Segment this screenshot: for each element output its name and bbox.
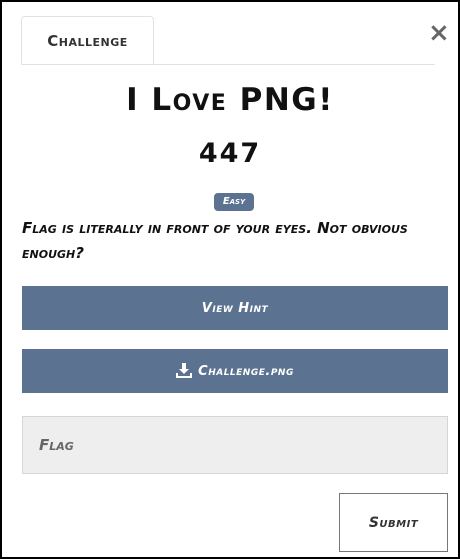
view-hint-label: View Hint [201, 301, 269, 316]
flag-input[interactable] [22, 416, 448, 474]
download-file-button[interactable]: Challenge.png [22, 349, 448, 393]
challenge-points: 447 [198, 138, 262, 169]
close-icon[interactable]: × [428, 20, 450, 46]
file-name-label: Challenge.png [198, 364, 294, 379]
challenge-description: Flag is literally in front of your eyes.… [22, 219, 408, 262]
challenge-modal: Challenge × I Love PNG! 447 Easy Flag is… [0, 0, 460, 559]
tab-challenge[interactable]: Challenge [21, 16, 154, 64]
tab-bar: Challenge [21, 16, 435, 65]
download-icon [176, 363, 193, 378]
difficulty-badge: Easy [214, 193, 254, 211]
view-hint-button[interactable]: View Hint [22, 286, 448, 330]
submit-label: Submit [368, 514, 419, 531]
submit-button[interactable]: Submit [339, 493, 448, 552]
challenge-title: I Love PNG! [126, 82, 334, 118]
